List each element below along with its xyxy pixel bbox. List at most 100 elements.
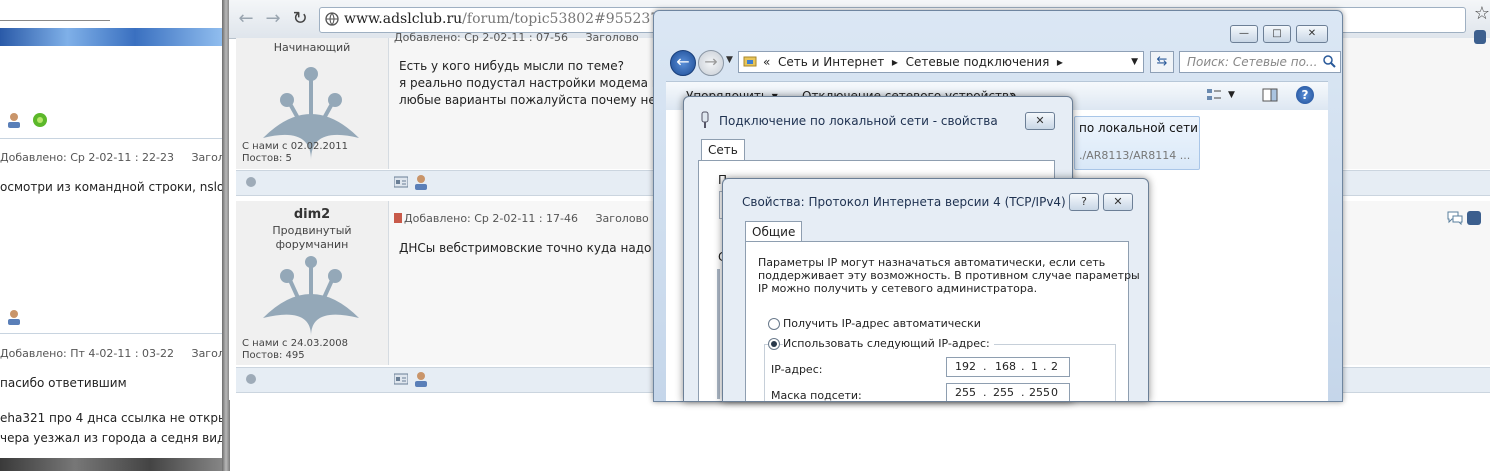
dialog-title: Подключение по локальной сети - свойства	[719, 114, 998, 128]
post-text-line: Есть у кого нибудь мысли по теме?	[399, 59, 624, 73]
minimize-button[interactable]: —	[1230, 25, 1258, 43]
user-rank: Продвинутый	[272, 224, 352, 237]
mask-octet: 255	[955, 386, 976, 399]
ipv4-properties-dialog: Свойства: Протокол Интернета версии 4 (T…	[722, 178, 1149, 402]
forward-button[interactable]: →	[698, 50, 724, 76]
post-author-box: Начинающий С нами с 02.02.2011 Постов: 5	[236, 38, 389, 169]
post-text: пасибо ответившим	[0, 376, 127, 390]
post-author-box: dim2 Продвинутый форумчанин С нами с 24.…	[236, 201, 389, 365]
radio-use-following-ip[interactable]	[768, 338, 780, 350]
close-button[interactable]: ✕	[1025, 112, 1055, 130]
user-rank: форумчанин	[275, 238, 349, 251]
tab-panel: Параметры IP могут назначаться автоматич…	[745, 241, 1140, 402]
back-button[interactable]: ←	[235, 8, 257, 30]
help-icon[interactable]: ?	[1296, 86, 1314, 104]
profile-icon[interactable]	[413, 174, 429, 190]
refresh-icon: ⇆	[1156, 54, 1168, 69]
subnet-mask-label: Маска подсети:	[771, 389, 862, 402]
mask-octet: 255	[993, 386, 1014, 399]
lan-connection-item[interactable]: по локальной сети ./AR8113/AR8114 ...	[1074, 116, 1200, 170]
forward-button[interactable]: →	[262, 8, 284, 30]
reload-button[interactable]: ↻	[289, 8, 311, 30]
ip-octet: 1	[1031, 360, 1038, 373]
quote-icon[interactable]	[1447, 211, 1463, 226]
profile-icon[interactable]	[413, 371, 429, 387]
profile-card-icon[interactable]	[393, 373, 409, 385]
post-header: Добавлено: Ср 2-02-11 : 07-56 Заголово	[394, 31, 639, 44]
bookmark-star-button[interactable]: ☆	[1474, 3, 1490, 24]
recent-pages-dropdown[interactable]: ▼	[726, 55, 733, 65]
ip-address-label: IP-адрес:	[771, 363, 823, 376]
post-text: ДНСы вебстримовские точно куда надо вб	[399, 241, 670, 255]
view-options-icon[interactable]	[1206, 88, 1222, 102]
flower-icon[interactable]	[32, 112, 48, 128]
mask-octet: 0	[1051, 386, 1058, 399]
radio-label[interactable]: Использовать следующий IP-адрес:	[783, 337, 994, 350]
profile-icon[interactable]	[6, 309, 22, 325]
connection-adapter: ./AR8113/AR8114 ...	[1079, 149, 1191, 162]
radio-obtain-ip-auto[interactable]	[768, 318, 780, 330]
post-text-line: я реально подустал настройки модема в т	[399, 76, 670, 90]
list-border	[717, 269, 720, 399]
explorer-address-bar[interactable]: « Сеть и Интернет ▸ Сетевые подключения …	[738, 51, 1144, 73]
arrow-left-icon: ←	[676, 52, 690, 71]
radio-label[interactable]: Получить IP-адрес автоматически	[783, 317, 981, 330]
search-input[interactable]: Поиск: Сетевые по...	[1179, 51, 1341, 73]
ip-octet: 192	[955, 360, 976, 373]
background-browser-window: Добавлено: Ср 2-02-11 : 22-23 Загол осмо…	[0, 0, 225, 471]
connection-name: по локальной сети	[1079, 121, 1198, 135]
url-text: www.adslclub.ru/forum/topic53802#955237	[344, 11, 660, 27]
search-placeholder: Поиск: Сетевые по...	[1187, 55, 1318, 69]
go-top-icon[interactable]	[246, 177, 256, 187]
post-header: Добавлено: Ср 2-02-11 : 17-46 Заголово	[404, 212, 649, 225]
username[interactable]: dim2	[236, 207, 388, 222]
breadcrumb-item[interactable]: Сеть и Интернет	[778, 55, 884, 69]
close-button[interactable]: ✕	[1103, 193, 1133, 211]
network-adapter-icon	[699, 111, 711, 129]
ip-address-input[interactable]: 192 . 168 . 1 . 2	[946, 357, 1070, 377]
chevron-down-icon[interactable]: ▼	[1228, 90, 1235, 100]
network-folder-icon	[743, 54, 757, 68]
avatar	[263, 256, 359, 336]
edit-icon[interactable]	[1467, 211, 1481, 225]
description-line: IP можно получить у сетевого администрат…	[758, 282, 1038, 295]
profile-icon[interactable]	[6, 112, 22, 128]
post-text: осмотри из командной строки, nslook	[0, 180, 225, 194]
refresh-button[interactable]: ⇆	[1150, 51, 1174, 73]
search-icon	[1323, 55, 1336, 68]
description-line: поддерживает эту возможность. В противно…	[758, 269, 1140, 282]
ip-octet: 2	[1051, 360, 1058, 373]
back-button[interactable]: ←	[670, 50, 696, 76]
go-top-icon[interactable]	[246, 374, 256, 384]
ip-octet: 168	[995, 360, 1016, 373]
arrow-left-icon: ←	[238, 8, 254, 29]
edit-icon[interactable]	[1474, 30, 1486, 44]
arrow-right-icon: →	[704, 52, 718, 71]
divider	[0, 20, 110, 21]
breadcrumb-item[interactable]: Сетевые подключения	[906, 55, 1050, 69]
profile-card-icon[interactable]	[393, 176, 409, 188]
globe-icon	[325, 12, 339, 26]
star-icon: ☆	[1473, 3, 1490, 24]
dialog-title: Свойства: Протокол Интернета версии 4 (T…	[742, 195, 1066, 209]
post-icon	[394, 213, 402, 223]
user-joined: С нами с 02.02.2011	[242, 141, 348, 152]
divider	[0, 138, 225, 139]
post-header: Добавлено: Ср 2-02-11 : 22-23 Загол	[0, 151, 225, 164]
subnet-mask-input[interactable]: 255 . 255 . 255 . 0	[946, 383, 1070, 401]
user-post-count: Постов: 495	[242, 350, 305, 361]
close-button[interactable]: ✕	[1296, 25, 1328, 43]
help-button[interactable]: ?	[1069, 193, 1099, 211]
arrow-right-icon: →	[265, 8, 281, 29]
description-line: Параметры IP могут назначаться автоматич…	[758, 256, 1106, 269]
post-text: eha321 про 4 днса ссылка не открыва	[0, 411, 225, 425]
maximize-button[interactable]: □	[1263, 25, 1291, 43]
image-strip	[0, 458, 225, 471]
tab-network[interactable]: Сеть	[701, 139, 745, 162]
user-post-count: Постов: 5	[242, 153, 292, 164]
post-text-line: любые варианты пожалуйста почему не от	[399, 93, 674, 107]
reload-icon: ↻	[292, 8, 308, 29]
user-rank: Начинающий	[273, 41, 351, 54]
chevron-down-icon[interactable]: ▼	[1131, 57, 1138, 67]
preview-pane-icon[interactable]	[1262, 88, 1278, 102]
